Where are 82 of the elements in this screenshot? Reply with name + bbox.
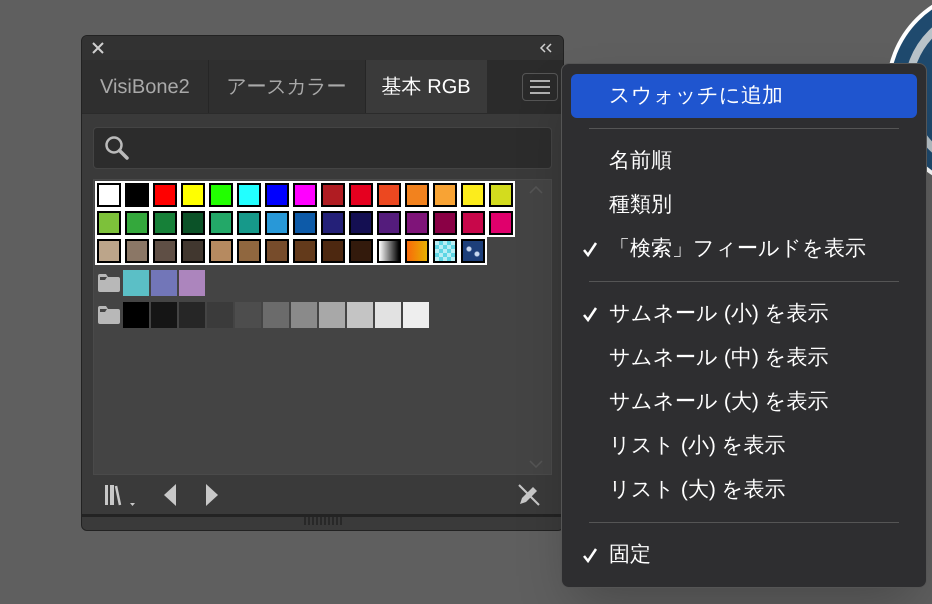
color-swatch[interactable] <box>349 183 373 208</box>
color-swatch[interactable] <box>123 270 149 296</box>
previous-icon[interactable] <box>162 482 178 507</box>
menu-item[interactable]: リスト (大) を表示 <box>571 468 917 512</box>
color-swatch[interactable] <box>263 302 289 328</box>
color-swatch[interactable] <box>321 239 345 264</box>
color-swatch[interactable] <box>349 211 373 236</box>
pattern-swatch[interactable] <box>433 239 457 264</box>
color-swatch[interactable] <box>349 239 373 264</box>
color-swatch[interactable] <box>293 183 317 208</box>
menu-item[interactable]: サムネール (中) を表示 <box>571 336 917 380</box>
color-swatch[interactable] <box>181 211 205 236</box>
color-swatch[interactable] <box>237 183 261 208</box>
library-icon[interactable] <box>104 482 136 507</box>
search-icon <box>104 135 130 162</box>
next-icon[interactable] <box>204 482 220 507</box>
color-swatch[interactable] <box>153 211 177 236</box>
color-swatch[interactable] <box>153 183 177 208</box>
color-swatch[interactable] <box>293 239 317 264</box>
menu-item[interactable]: スウォッチに追加 <box>571 74 917 118</box>
color-swatch[interactable] <box>237 239 261 264</box>
color-swatch[interactable] <box>433 211 457 236</box>
color-swatch[interactable] <box>123 302 149 328</box>
color-swatch[interactable] <box>291 302 317 328</box>
color-swatch[interactable] <box>377 211 401 236</box>
close-icon[interactable] <box>92 42 104 54</box>
color-swatch[interactable] <box>321 211 345 236</box>
menu-item[interactable]: 「検索」フィールドを表示 <box>571 227 917 271</box>
gradient-swatch[interactable] <box>377 239 401 264</box>
color-swatch[interactable] <box>377 183 401 208</box>
search-field[interactable] <box>93 127 552 170</box>
menu-item[interactable]: リスト (小) を表示 <box>571 424 917 468</box>
color-swatch[interactable] <box>125 183 149 208</box>
color-swatch[interactable] <box>265 239 289 264</box>
menu-item[interactable]: 名前順 <box>571 139 917 183</box>
pencil-off-icon[interactable] <box>517 482 541 507</box>
menu-icon <box>530 80 550 94</box>
color-swatch[interactable] <box>209 183 233 208</box>
color-swatch[interactable] <box>265 211 289 236</box>
menu-item[interactable]: サムネール (小) を表示 <box>571 292 917 336</box>
color-swatch[interactable] <box>181 239 205 264</box>
panel-menu-button[interactable] <box>522 72 558 101</box>
collapse-icon[interactable] <box>539 43 553 54</box>
color-swatch[interactable] <box>489 211 513 236</box>
panel-tab[interactable]: アースカラー <box>208 60 366 114</box>
color-swatch[interactable] <box>375 302 401 328</box>
color-swatch[interactable] <box>433 183 457 208</box>
color-swatch[interactable] <box>321 183 345 208</box>
color-swatch[interactable] <box>237 211 261 236</box>
color-swatch[interactable] <box>319 302 345 328</box>
color-swatch[interactable] <box>125 239 149 264</box>
color-swatch[interactable] <box>181 183 205 208</box>
color-swatch[interactable] <box>209 239 233 264</box>
color-swatch[interactable] <box>151 270 177 296</box>
resize-grip-icon[interactable] <box>302 517 342 526</box>
color-swatch[interactable] <box>209 211 233 236</box>
panel-tab[interactable]: 基本 RGB <box>366 60 487 114</box>
menu-item[interactable]: サムネール (大) を表示 <box>571 380 917 424</box>
folder-icon <box>98 306 120 324</box>
gradient-swatch[interactable] <box>405 239 429 264</box>
menu-item[interactable]: 種類別 <box>571 183 917 227</box>
panel-tab[interactable]: VisiBone2 <box>82 60 209 114</box>
menu-item[interactable]: 固定 <box>571 533 917 577</box>
color-swatch[interactable] <box>405 211 429 236</box>
color-swatch[interactable] <box>97 239 121 264</box>
color-swatch[interactable] <box>179 270 205 296</box>
pattern-swatch[interactable] <box>461 239 485 264</box>
color-swatch[interactable] <box>97 183 121 208</box>
color-swatch[interactable] <box>125 211 149 236</box>
color-swatch[interactable] <box>153 239 177 264</box>
color-swatch[interactable] <box>265 183 289 208</box>
color-swatch[interactable] <box>179 302 205 328</box>
color-swatch[interactable] <box>461 211 485 236</box>
color-swatch[interactable] <box>347 302 373 328</box>
color-swatch[interactable] <box>293 211 317 236</box>
color-swatch[interactable] <box>405 183 429 208</box>
color-swatch[interactable] <box>461 183 485 208</box>
color-swatch[interactable] <box>489 183 513 208</box>
folder-icon <box>98 274 120 292</box>
color-swatch[interactable] <box>97 211 121 236</box>
color-swatch[interactable] <box>151 302 177 328</box>
color-swatch[interactable] <box>403 302 429 328</box>
